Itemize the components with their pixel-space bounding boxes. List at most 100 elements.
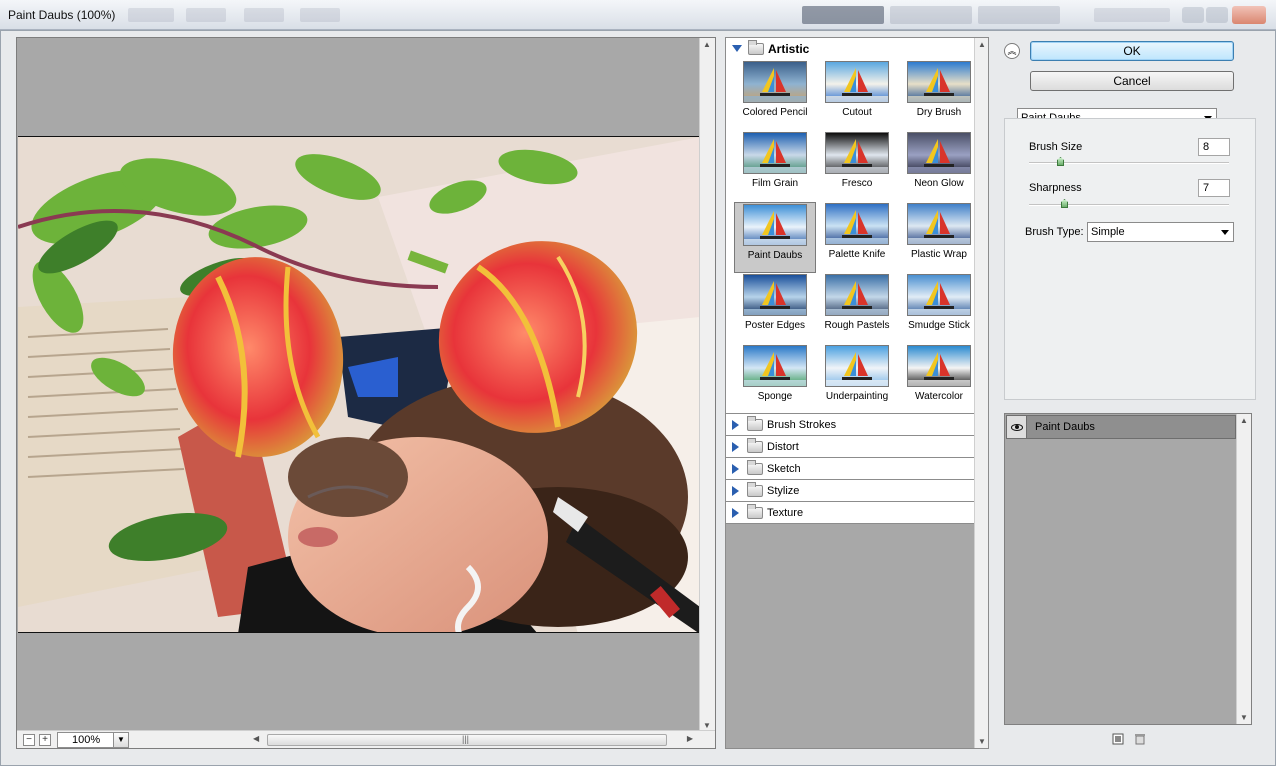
zoom-out-button[interactable]: − — [23, 734, 35, 746]
effect-layer-row[interactable]: Paint Daubs — [1006, 415, 1236, 439]
filter-label: Watercolor — [915, 391, 963, 402]
filter-thumb-poster-edges[interactable]: Poster Edges — [734, 273, 816, 344]
category-distort[interactable]: Distort — [726, 436, 974, 458]
brush-type-select[interactable]: Simple — [1087, 222, 1234, 242]
brush-type-value: Simple — [1091, 226, 1125, 238]
filter-thumb-dry-brush[interactable]: Dry Brush — [898, 60, 980, 131]
zoom-in-button[interactable]: + — [39, 734, 51, 746]
scroll-left-arrow-icon[interactable]: ◀ — [253, 734, 259, 743]
toolbar-ghost-1 — [128, 8, 174, 22]
filter-preview-image — [907, 203, 971, 245]
scroll-up-arrow-icon[interactable]: ▲ — [978, 40, 986, 49]
window-title: Paint Daubs (100%) — [8, 8, 116, 22]
minimize-button[interactable] — [1182, 7, 1204, 23]
filter-label: Paint Daubs — [747, 250, 803, 261]
filter-thumb-film-grain[interactable]: Film Grain — [734, 131, 816, 202]
category-label: Sketch — [767, 462, 801, 475]
category-label: Brush Strokes — [767, 418, 837, 431]
sharpness-label: Sharpness — [1029, 182, 1082, 194]
gallery-vertical-scrollbar[interactable]: ▲ ▼ — [974, 38, 988, 748]
filter-thumb-sponge[interactable]: Sponge — [734, 344, 816, 415]
filter-gallery: Artistic Colored Pencil Cutout Dry Brush Fi… — [725, 37, 989, 749]
scroll-thumb[interactable]: ||| — [267, 734, 667, 746]
close-button[interactable] — [1232, 6, 1266, 24]
sharpness-input[interactable]: 7 — [1198, 179, 1230, 197]
folder-icon — [748, 39, 764, 55]
filter-thumb-colored-pencil[interactable]: Colored Pencil — [734, 60, 816, 131]
expanded-triangle-icon — [732, 45, 742, 52]
toolbar-ghost-3 — [244, 8, 284, 22]
scroll-down-arrow-icon[interactable]: ▼ — [978, 737, 986, 746]
filter-preview-image — [907, 132, 971, 174]
new-effect-layer-icon[interactable] — [1112, 733, 1124, 745]
filter-thumb-neon-glow[interactable]: Neon Glow — [898, 131, 980, 202]
category-stylize[interactable]: Stylize — [726, 480, 974, 502]
filter-thumb-fresco[interactable]: Fresco — [816, 131, 898, 202]
category-label: Texture — [767, 506, 804, 519]
category-texture[interactable]: Texture — [726, 502, 974, 524]
filter-preview-image — [825, 203, 889, 245]
filter-thumb-underpainting[interactable]: Underpainting — [816, 344, 898, 415]
scroll-down-arrow-icon[interactable]: ▼ — [703, 721, 711, 730]
filter-preview-image — [743, 204, 807, 246]
filter-preview-image — [743, 61, 807, 103]
category-sketch[interactable]: Sketch — [726, 458, 974, 480]
preview-horizontal-scrollbar[interactable]: ◀ ||| ▶ — [253, 732, 693, 748]
folder-icon — [747, 415, 763, 431]
maximize-button[interactable] — [1206, 7, 1228, 23]
brush-size-slider[interactable] — [1029, 157, 1229, 166]
filter-preview-image — [907, 345, 971, 387]
workspace-tab-2[interactable] — [890, 6, 972, 24]
visibility-toggle[interactable] — [1007, 416, 1027, 438]
preview-vertical-scrollbar[interactable]: ▲ ▼ — [699, 38, 715, 732]
filter-thumb-watercolor[interactable]: Watercolor — [898, 344, 980, 415]
effect-layer-name: Paint Daubs — [1035, 421, 1095, 433]
folder-icon — [747, 437, 763, 453]
scroll-up-arrow-icon[interactable]: ▲ — [703, 40, 711, 49]
filter-preview-image — [743, 132, 807, 174]
scroll-right-arrow-icon[interactable]: ▶ — [687, 734, 693, 743]
filter-thumb-cutout[interactable]: Cutout — [816, 60, 898, 131]
filter-preview-image — [743, 274, 807, 316]
filter-thumb-plastic-wrap[interactable]: Plastic Wrap — [898, 202, 980, 273]
zoom-dropdown-button[interactable]: ▼ — [113, 732, 129, 748]
filter-preview-image — [825, 61, 889, 103]
collapsed-triangle-icon — [732, 485, 739, 496]
sharpness-slider[interactable] — [1029, 199, 1229, 208]
filter-label: Poster Edges — [744, 320, 806, 331]
ok-button[interactable]: OK — [1030, 41, 1234, 61]
filter-label: Film Grain — [751, 178, 799, 189]
filter-thumb-smudge-stick[interactable]: Smudge Stick — [898, 273, 980, 344]
filter-thumb-rough-pastels[interactable]: Rough Pastels — [816, 273, 898, 344]
preview-image[interactable] — [18, 136, 700, 633]
filter-label: Fresco — [841, 178, 873, 189]
brush-size-input[interactable]: 8 — [1198, 138, 1230, 156]
filter-preview-image — [907, 274, 971, 316]
delete-effect-layer-icon[interactable] — [1134, 733, 1146, 745]
category-brush-strokes[interactable]: Brush Strokes — [726, 414, 974, 436]
title-bar: Paint Daubs (100%) — [0, 0, 1276, 30]
scroll-down-arrow-icon[interactable]: ▼ — [1240, 713, 1248, 722]
dropdown-arrow-icon — [1221, 230, 1229, 235]
layers-vertical-scrollbar[interactable]: ▲ ▼ — [1236, 414, 1251, 724]
category-label: Artistic — [768, 41, 810, 56]
filter-label: Neon Glow — [914, 178, 964, 189]
category-header-artistic[interactable]: Artistic — [726, 38, 974, 59]
filter-preview-image — [825, 345, 889, 387]
cancel-button[interactable]: Cancel — [1030, 71, 1234, 91]
workspace-tab-1[interactable] — [802, 6, 884, 24]
filter-thumb-paint-daubs[interactable]: Paint Daubs — [734, 202, 816, 273]
workspace-tab-3[interactable] — [978, 6, 1060, 24]
collapse-gallery-button[interactable]: ︽ — [1004, 43, 1020, 59]
folder-icon — [747, 503, 763, 519]
filter-thumb-palette-knife[interactable]: Palette Knife — [816, 202, 898, 273]
filter-label: Cutout — [842, 107, 872, 118]
collapsed-triangle-icon — [732, 419, 739, 430]
scroll-up-arrow-icon[interactable]: ▲ — [1240, 416, 1248, 425]
preview-panel: ▲ ▼ − + 100% ▼ ◀ ||| ▶ — [16, 37, 716, 749]
zoom-input[interactable]: 100% — [57, 732, 121, 748]
toolbar-ghost-5 — [1094, 8, 1170, 22]
effect-layers-panel: Paint Daubs ▲ ▼ — [1004, 413, 1252, 725]
eye-icon — [1010, 423, 1023, 431]
filter-settings-panel — [1004, 118, 1256, 400]
